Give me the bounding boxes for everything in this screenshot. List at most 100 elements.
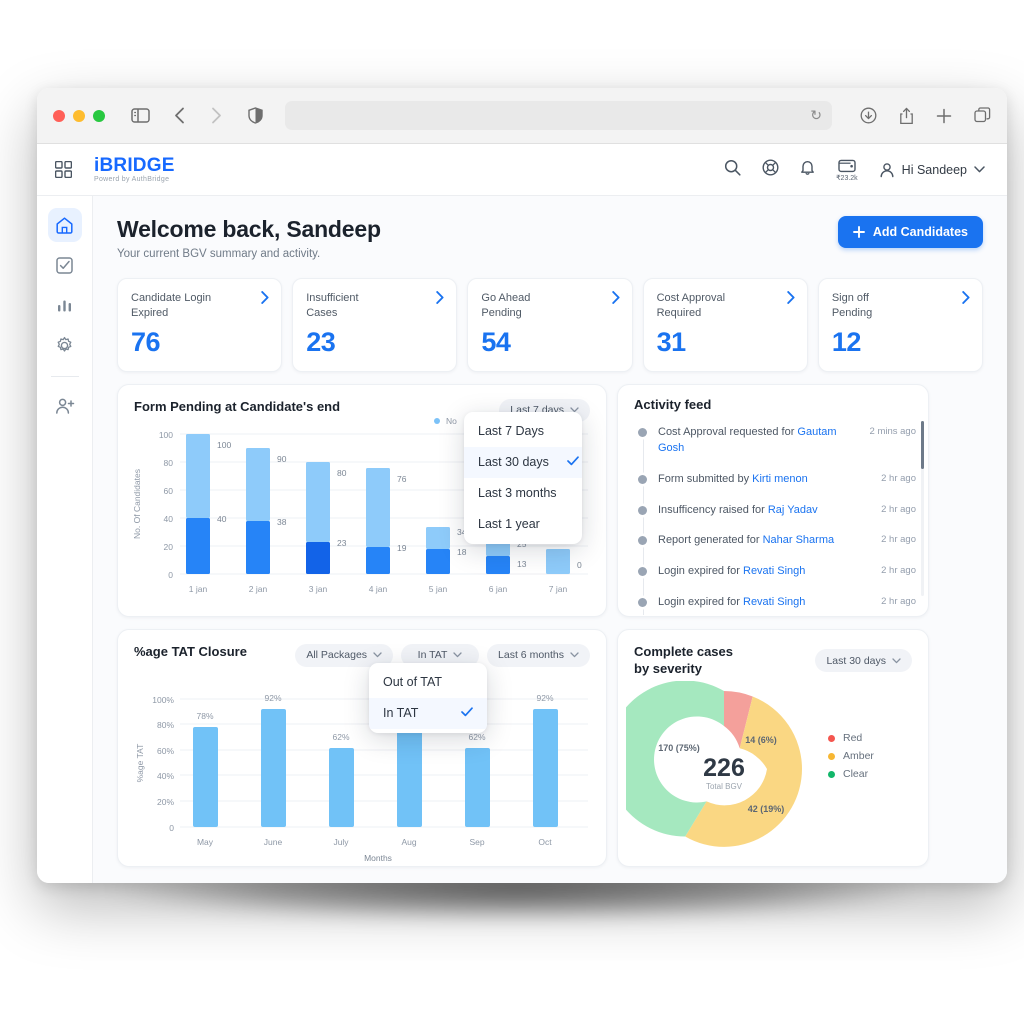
activity-time: 2 hr ago <box>881 472 916 484</box>
menu-item-last-30-days[interactable]: Last 30 days <box>464 446 582 478</box>
severity-legend: Red Amber Clear <box>828 732 874 780</box>
user-menu[interactable]: Hi Sandeep <box>879 162 985 178</box>
dashboard-row-2: %age TAT Closure All Packages In TAT Las… <box>117 628 983 867</box>
tat-header: %age TAT Closure All Packages In TAT Las… <box>118 630 606 667</box>
kpi-label: Insufficient Cases <box>306 292 359 319</box>
activity-item[interactable]: Form submitted by Kirti menon 2 hr ago <box>638 469 916 500</box>
svg-text:13: 13 <box>517 559 527 569</box>
activity-feed-scrollbar[interactable] <box>921 420 924 596</box>
activity-item[interactable]: Report generated for Nahar Sharma 2 hr a… <box>638 530 916 561</box>
menu-item-label: In TAT <box>383 706 419 721</box>
form-pending-range-menu[interactable]: Last 7 Days Last 30 days Last 3 months L… <box>464 411 582 544</box>
svg-text:1 jan: 1 jan <box>189 584 208 594</box>
kpi-card-go-ahead-pending[interactable]: Go Ahead Pending 54 <box>467 278 633 372</box>
kpi-card-insufficient-cases[interactable]: Insufficient Cases 23 <box>292 278 458 372</box>
kpi-row: Candidate Login Expired 76 Insufficient … <box>117 278 984 372</box>
kpi-card-candidate-login-expired[interactable]: Candidate Login Expired 76 <box>117 278 283 372</box>
search-icon[interactable] <box>724 159 741 181</box>
sidebar-item-add-user[interactable] <box>48 389 82 423</box>
activity-item[interactable]: Cost Approval requested for Gautam Gosh … <box>638 422 916 469</box>
reload-icon[interactable]: ↻ <box>810 107 822 124</box>
chevron-right-icon[interactable] <box>436 291 444 309</box>
chevron-right-icon[interactable] <box>962 291 970 309</box>
severity-range-dropdown[interactable]: Last 30 days <box>815 649 912 673</box>
menu-item-in-tat[interactable]: In TAT <box>369 697 487 729</box>
tat-status-menu[interactable]: Out of TAT In TAT <box>369 662 487 733</box>
kpi-card-sign-off-pending[interactable]: Sign off Pending 12 <box>817 278 984 372</box>
app-header: iBRIDGE Powerd by AuthBridge ₹23.2k Hi S… <box>37 144 1007 196</box>
svg-text:July: July <box>333 837 349 847</box>
svg-text:0: 0 <box>168 570 173 580</box>
legend-dot-clear <box>828 770 835 778</box>
svg-text:No. Of Candidates: No. Of Candidates <box>132 469 142 539</box>
sidebar-icon[interactable] <box>131 108 150 123</box>
check-icon <box>549 455 579 469</box>
download-icon[interactable] <box>860 107 877 124</box>
svg-text:40%: 40% <box>157 771 174 781</box>
brand-logo[interactable]: iBRIDGE Powerd by AuthBridge <box>94 156 175 183</box>
activity-text: Cost Approval requested for Gautam Gosh <box>658 425 837 454</box>
help-icon[interactable] <box>762 158 779 181</box>
shield-icon[interactable] <box>248 107 263 124</box>
sidebar-item-home[interactable] <box>47 208 82 242</box>
chevron-right-icon[interactable] <box>611 291 620 309</box>
dashboard-row-1: Form Pending at Candidate's end Last 7 d… <box>117 383 983 617</box>
severity-range-label: Last 30 days <box>826 654 886 667</box>
svg-text:170 (75%): 170 (75%) <box>658 743 700 753</box>
back-icon[interactable] <box>174 107 185 124</box>
sidebar-item-reports[interactable] <box>48 288 82 322</box>
new-tab-icon[interactable] <box>936 108 952 124</box>
activity-item[interactable]: Login expired for Revati Singh 2 hr ago <box>638 592 916 615</box>
form-pending-title: Form Pending at Candidate's end <box>134 398 341 414</box>
forward-icon[interactable] <box>211 107 222 124</box>
chevron-down-icon <box>570 649 579 661</box>
chevron-right-icon[interactable] <box>261 291 269 309</box>
feed-bullet-icon <box>638 427 647 437</box>
svg-text:7 jan: 7 jan <box>549 584 568 594</box>
add-candidates-label: Add Candidates <box>872 225 968 239</box>
plus-icon <box>852 226 865 238</box>
activity-item[interactable]: Insufficency raised for Raj Yadav 2 hr a… <box>638 500 916 531</box>
add-candidates-button[interactable]: Add Candidates <box>837 216 983 248</box>
maximize-window-button[interactable] <box>93 109 105 122</box>
share-icon[interactable] <box>899 107 914 125</box>
legend-item-clear[interactable]: Clear <box>828 768 874 780</box>
sidebar-item-settings[interactable] <box>48 328 82 362</box>
menu-item-last-7-days[interactable]: Last 7 Days <box>464 416 582 447</box>
address-bar[interactable]: ↻ <box>285 101 832 130</box>
welcome-block: Welcome back, Sandeep Your current BGV s… <box>117 216 381 260</box>
menu-item-last-3-months[interactable]: Last 3 months <box>464 478 582 509</box>
svg-text:60: 60 <box>164 486 174 496</box>
svg-text:6 jan: 6 jan <box>489 584 508 594</box>
svg-text:226: 226 <box>703 754 745 782</box>
menu-item-out-of-tat[interactable]: Out of TAT <box>369 667 487 698</box>
activity-feed-list: Cost Approval requested for Gautam Gosh … <box>634 422 916 616</box>
sidebar <box>37 196 93 883</box>
svg-text:100: 100 <box>159 430 173 440</box>
tabs-icon[interactable] <box>974 107 991 124</box>
svg-text:80%: 80% <box>157 720 174 730</box>
chevron-down-icon <box>453 649 463 661</box>
menu-item-last-1-year[interactable]: Last 1 year <box>464 509 582 540</box>
kpi-label: Cost Approval Required <box>656 292 726 319</box>
wallet-icon[interactable]: ₹23.2k <box>836 158 858 182</box>
svg-text:%age TAT: %age TAT <box>135 743 145 782</box>
menu-item-label: Out of TAT <box>383 675 443 690</box>
minimize-window-button[interactable] <box>73 109 85 122</box>
activity-item[interactable]: Login expired for Revati Singh 2 hr ago <box>638 561 916 592</box>
activity-text: Login expired for Revati Singh <box>658 596 806 609</box>
legend-item-amber[interactable]: Amber <box>828 750 874 762</box>
activity-person: Nahar Sharma <box>762 534 835 547</box>
chevron-down-icon <box>373 649 382 661</box>
close-window-button[interactable] <box>53 109 65 122</box>
legend-label: Amber <box>843 750 874 763</box>
sidebar-item-tasks[interactable] <box>48 248 82 282</box>
bell-icon[interactable] <box>800 159 815 181</box>
chevron-right-icon[interactable] <box>787 291 795 309</box>
app-grid-icon[interactable] <box>55 161 72 178</box>
kpi-card-cost-approval-required[interactable]: Cost Approval Required 31 <box>642 278 808 372</box>
activity-text: Insufficency raised for Raj Yadav <box>658 503 818 516</box>
feed-bullet-icon <box>638 505 647 515</box>
tat-range-dropdown[interactable]: Last 6 months <box>487 643 590 667</box>
legend-item-red[interactable]: Red <box>828 732 874 744</box>
